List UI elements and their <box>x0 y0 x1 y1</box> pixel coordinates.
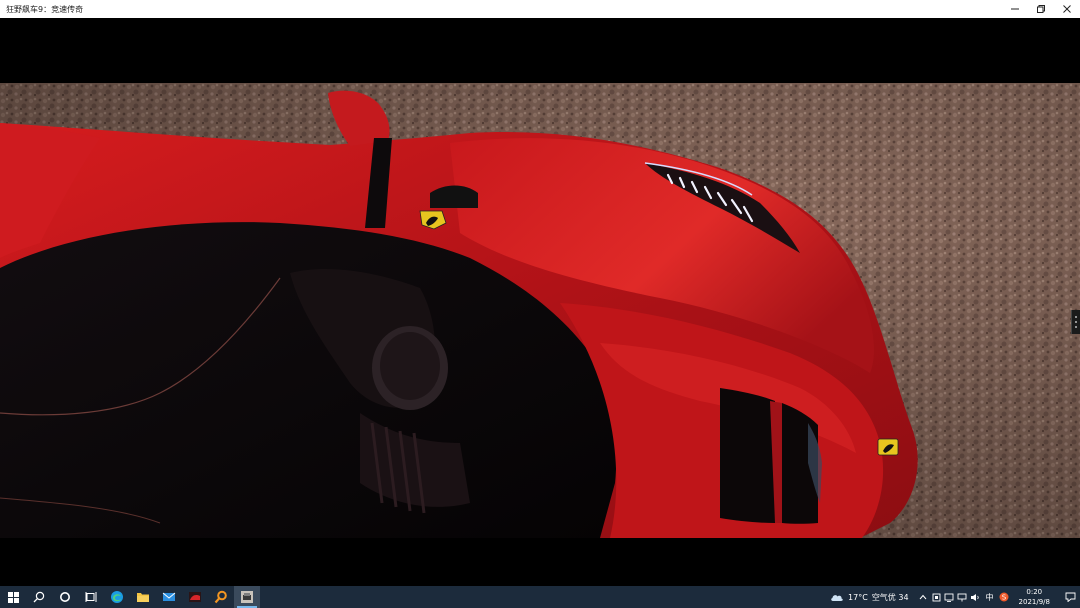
taskbar: 17°C 空气优 34 中 S 0:20 2021/9/8 <box>0 586 1080 608</box>
edge-browser-icon <box>111 591 123 603</box>
game-scene <box>0 83 1080 538</box>
window-title: 狂野飙车9：竞速传奇 <box>6 4 84 14</box>
clock-time: 0:20 <box>1026 588 1043 596</box>
game-car-icon <box>241 591 253 603</box>
volume-button[interactable] <box>969 586 982 608</box>
task-view-icon <box>85 592 97 602</box>
start-button[interactable] <box>0 586 26 608</box>
input-method-indicator[interactable]: 中 <box>986 592 994 603</box>
notification-center-button[interactable] <box>1060 586 1080 608</box>
clock-date: 2021/9/8 <box>1018 598 1050 606</box>
cortana-circle-icon <box>60 592 70 602</box>
tray-app-icon-1[interactable] <box>930 586 943 608</box>
speaker-icon <box>971 593 979 601</box>
window-controls <box>1002 0 1080 18</box>
show-hidden-icons-button[interactable] <box>917 586 930 608</box>
taskbar-app-edge[interactable] <box>104 586 130 608</box>
tray-app-icon-2[interactable] <box>943 586 956 608</box>
weather-widget[interactable]: 17°C 空气优 34 <box>830 592 909 603</box>
close-button[interactable] <box>1054 0 1080 18</box>
cloud-icon <box>831 595 843 601</box>
screen-icon <box>944 593 954 602</box>
close-icon <box>1063 5 1071 13</box>
network-button[interactable] <box>956 586 969 608</box>
restore-button[interactable] <box>1028 0 1054 18</box>
task-view-button[interactable] <box>78 586 104 608</box>
taskbar-app-game-launcher[interactable] <box>182 586 208 608</box>
network-icon <box>957 593 967 601</box>
windows-start-icon <box>7 591 19 603</box>
search-button[interactable] <box>26 586 52 608</box>
taskbar-clock[interactable]: 0:20 2021/9/8 <box>1019 587 1050 607</box>
weather-temperature: 17°C <box>848 592 868 602</box>
svg-text:S: S <box>1002 594 1007 602</box>
search-icon <box>33 591 45 603</box>
device-icon <box>932 593 940 601</box>
taskbar-app-file-explorer[interactable] <box>130 586 156 608</box>
title-bar[interactable]: 狂野飙车9：竞速传奇 <box>0 0 1080 18</box>
red-game-icon <box>189 592 201 602</box>
folder-icon <box>137 593 149 602</box>
minimize-icon <box>1011 8 1019 10</box>
game-window: 狂野飙车9：竞速传奇 <box>0 0 1080 586</box>
air-quality-label: 空气优 34 <box>871 592 909 602</box>
side-panel-handle[interactable] <box>1071 310 1080 334</box>
mail-icon <box>162 592 176 601</box>
taskbar-app-search-tool[interactable] <box>208 586 234 608</box>
minimize-button[interactable] <box>1002 0 1028 18</box>
taskbar-app-asphalt9[interactable] <box>234 586 260 608</box>
restore-icon <box>1037 5 1045 13</box>
sogou-ime-button[interactable]: S <box>998 586 1011 608</box>
notification-icon <box>1065 592 1075 602</box>
sogou-s-icon: S <box>999 592 1009 602</box>
system-tray: 17°C 空气优 34 中 S 0:20 2021/9/8 <box>830 586 1080 608</box>
taskbar-app-mail[interactable] <box>156 586 182 608</box>
game-viewport[interactable] <box>0 18 1080 586</box>
chevron-up-icon <box>919 594 927 600</box>
orange-search-icon <box>214 590 227 604</box>
cortana-button[interactable] <box>52 586 78 608</box>
